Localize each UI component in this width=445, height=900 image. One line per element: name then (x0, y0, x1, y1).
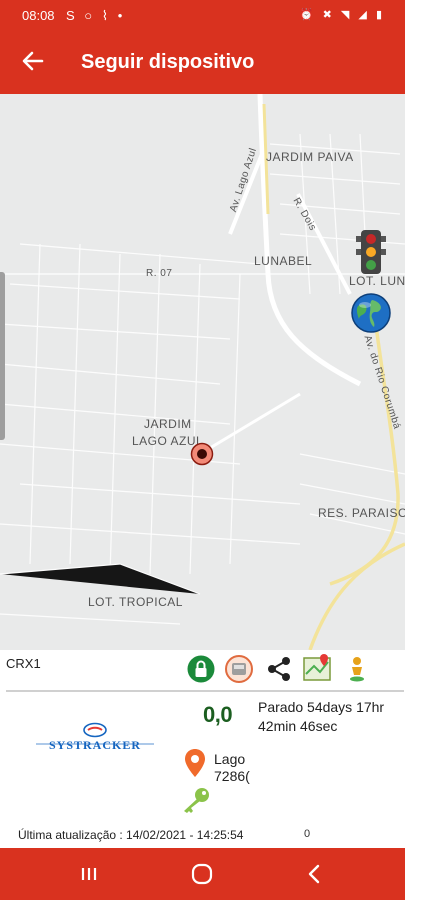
status-bar: 08:08 S ○ ⌇ • ⏰ ✖ ◥ ◢ ▮ (0, 0, 405, 32)
dot-icon: • (117, 8, 126, 23)
device-info-panel: CRX1 SYSTRACKER 0,0 Parado 54days 17hr 4… (0, 650, 405, 848)
map-label-jardim: JARDIM (144, 417, 192, 431)
systracker-logo: SYSTRACKER (36, 722, 154, 752)
device-name: CRX1 (6, 656, 41, 671)
map-view[interactable]: JARDIM PAIVA Av. Lago Azul R. Dois LUNAB… (0, 94, 405, 650)
recent-apps-icon[interactable] (77, 862, 101, 886)
address-line-2: 7286( (214, 768, 250, 784)
map-label-lunabel: LUNABEL (254, 254, 313, 268)
device-address: Lago 7286( (214, 751, 252, 785)
panel-divider (6, 690, 404, 692)
system-nav-bar (0, 848, 405, 900)
drawer-handle[interactable] (0, 272, 5, 440)
vehicle-location-marker[interactable] (190, 442, 214, 466)
mute-icon: ✖ (322, 9, 335, 21)
whatsapp-icon: ○ (84, 8, 96, 23)
status-time: 08:08 (22, 8, 55, 23)
lock-icon[interactable] (186, 654, 216, 684)
map-label-lot-tropical: LOT. TROPICAL (88, 595, 183, 609)
share-icon[interactable] (264, 654, 294, 684)
bluetooth-icon: ⌇ (101, 8, 112, 23)
map-route-icon[interactable] (302, 654, 332, 684)
last-update-text: Última atualização : 14/02/2021 - 14:25:… (18, 828, 244, 842)
app-bar: Seguir dispositivo (0, 32, 405, 94)
s-notification-icon: S (66, 8, 78, 23)
map-label-jardim-paiva: JARDIM PAIVA (266, 150, 354, 164)
map-label-lot-lun: LOT. LUN (349, 274, 405, 288)
device-state: Parado 54days 17hr 42min 46sec (258, 699, 385, 734)
vehicle-info-icon[interactable] (224, 654, 254, 684)
notification-icons: S ○ ⌇ • (66, 8, 125, 24)
back-nav-icon[interactable] (303, 862, 327, 886)
brand-name: SYSTRACKER (49, 738, 141, 752)
page-title: Seguir dispositivo (81, 51, 255, 73)
home-icon[interactable] (190, 862, 214, 886)
counter-value: 0 (304, 828, 311, 840)
battery-icon: ▮ (375, 9, 385, 21)
arrow-left-icon[interactable] (20, 48, 46, 74)
person-pin-icon[interactable] (342, 654, 372, 684)
location-pin-icon (185, 749, 205, 777)
map-streets (0, 94, 405, 650)
screen-margin (405, 0, 445, 900)
traffic-light-icon[interactable] (355, 228, 387, 276)
wifi-icon: ◥ (340, 9, 353, 21)
map-label-res-paraiso: RES. PARAISO (318, 506, 405, 520)
speed-value: 0,0 (203, 702, 233, 727)
system-icons: ⏰ ✖ ◥ ◢ ▮ (300, 8, 385, 21)
address-line-1: Lago (214, 751, 246, 767)
app-screen: 08:08 S ○ ⌇ • ⏰ ✖ ◥ ◢ ▮ Seguir dispositi… (0, 0, 405, 900)
alarm-icon: ⏰ (299, 9, 317, 21)
map-label-r07: R. 07 (146, 268, 173, 279)
signal-icon: ◢ (358, 9, 370, 21)
globe-icon[interactable] (350, 292, 392, 334)
ignition-key-icon (184, 788, 209, 813)
